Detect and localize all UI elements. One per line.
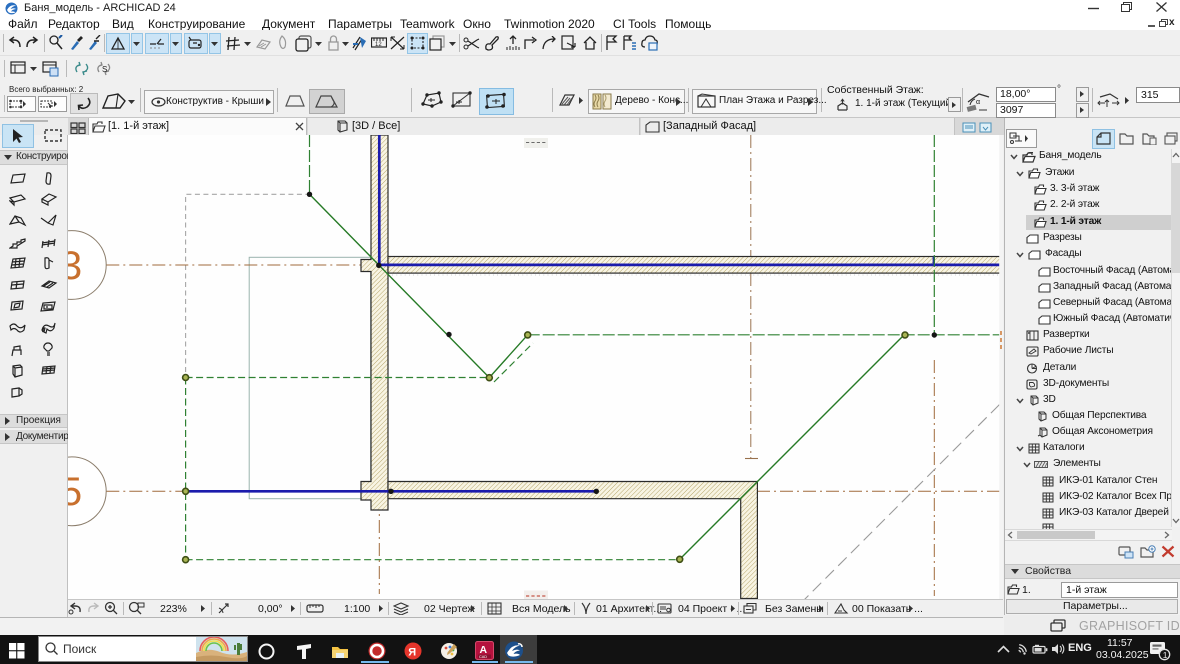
svg-text:5: 5 [68, 470, 82, 514]
svg-text:3: 3 [68, 244, 82, 288]
svg-text:1: 1 [1163, 650, 1168, 660]
svg-text:α: α [976, 99, 980, 106]
svg-text:CAD: CAD [479, 655, 487, 659]
svg-text:Я: Я [408, 647, 416, 659]
svg-text:12: 12 [375, 42, 382, 48]
svg-text:S: S [102, 65, 107, 74]
